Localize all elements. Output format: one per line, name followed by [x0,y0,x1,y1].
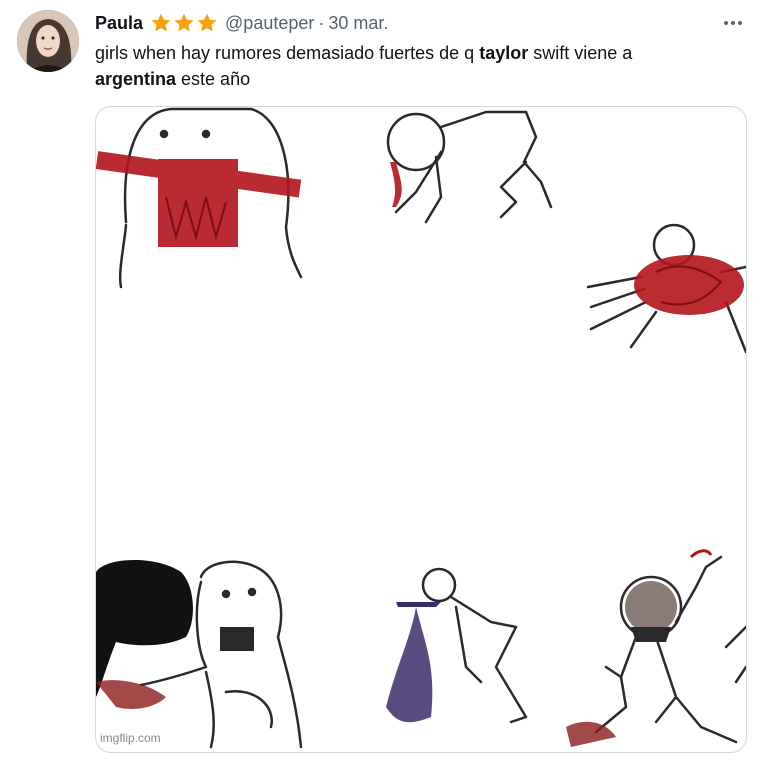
more-horizontal-icon[interactable] [718,12,748,34]
tweet-text-part: swift viene a [528,43,633,63]
tweet-date[interactable]: 30 mar. [328,13,388,34]
meme-drawing [96,107,746,749]
separator-dot: · [318,12,325,33]
star-badges [150,12,218,34]
tweet-text: girls when hay rumores demasiado fuertes… [95,40,715,92]
author-handle[interactable]: @pauteper [225,13,314,34]
tweet-text-part: este año [176,69,251,89]
tweet-media-image[interactable]: imgflip.com [95,106,747,753]
hashtag-taylor: taylor [479,43,529,63]
imgflip-watermark: imgflip.com [100,731,161,745]
hashtag-argentina: argentina [95,69,177,89]
star-icon [174,13,194,32]
tweet-card[interactable]: Paula @pauteper · 30 mar. girls when hay… [0,0,768,762]
author-name[interactable]: Paula [95,13,143,34]
avatar[interactable] [17,10,79,72]
tweet-header: Paula @pauteper · 30 mar. [95,10,388,36]
star-icon [151,13,171,32]
star-icon [197,13,217,32]
tweet-text-part: girls when hay rumores demasiado fuertes… [95,43,480,63]
